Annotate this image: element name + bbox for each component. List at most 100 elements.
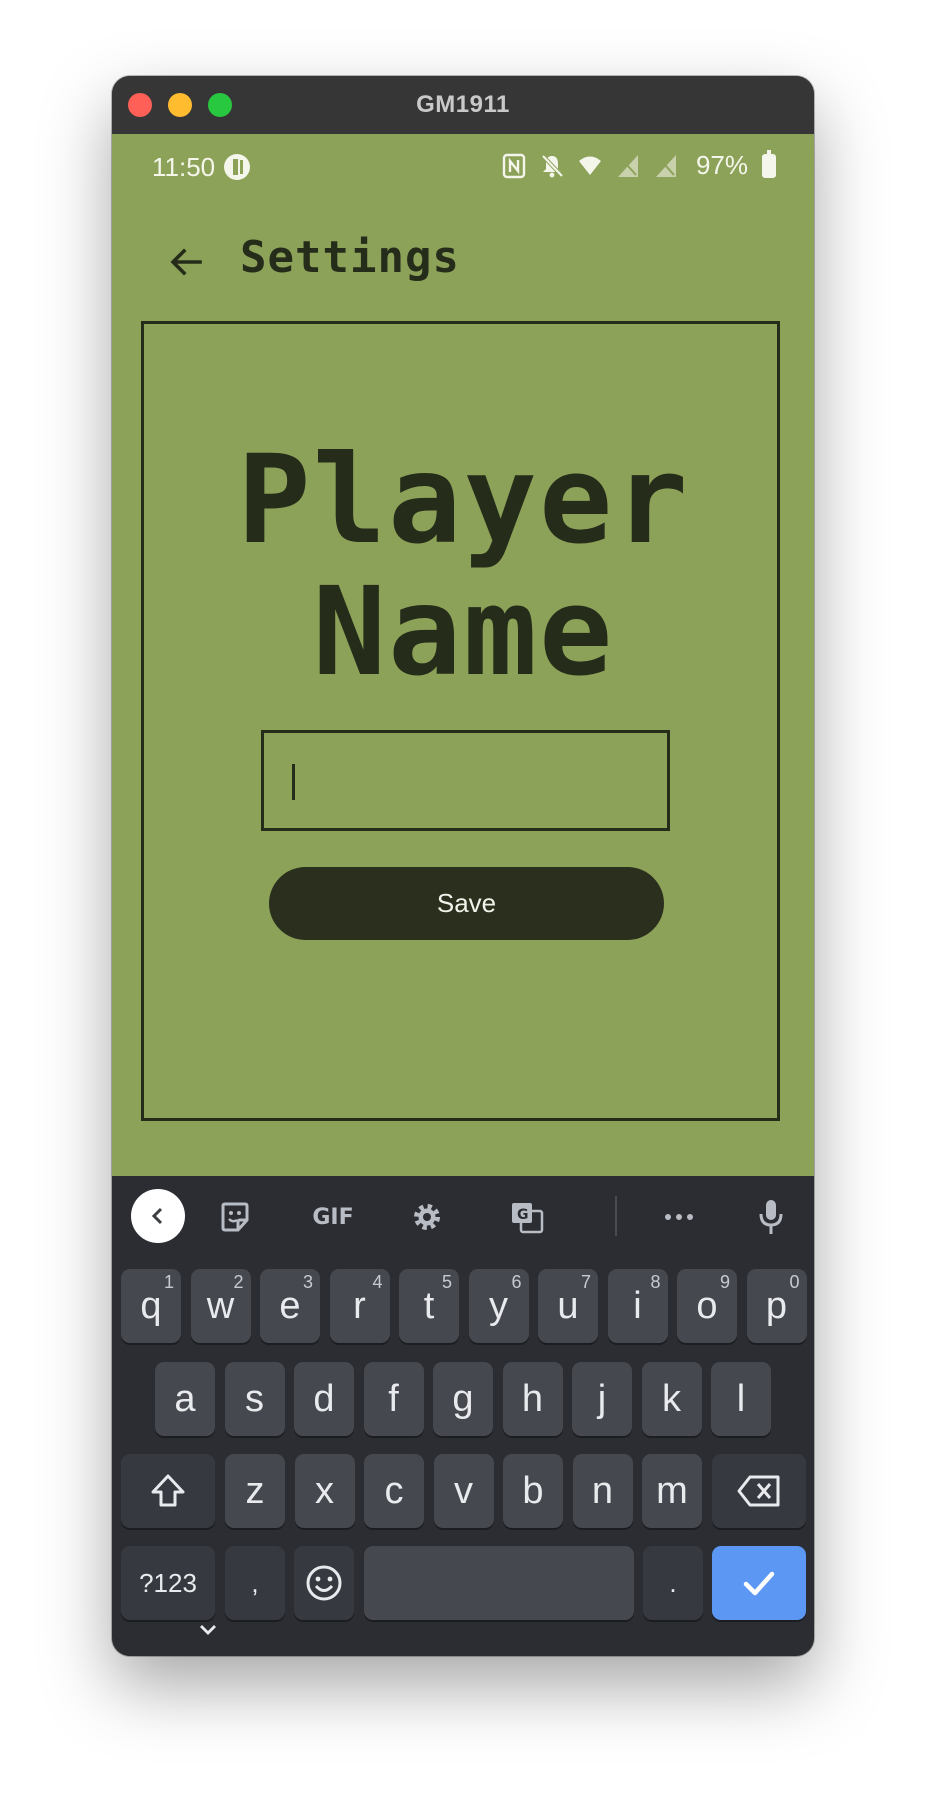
key-n-label: n — [591, 1469, 614, 1512]
status-icons: 97% — [502, 149, 776, 181]
translate-button[interactable]: G — [500, 1190, 554, 1244]
key-f[interactable]: f — [363, 1362, 424, 1436]
bell-off-icon — [541, 154, 564, 177]
key-t[interactable]: t5 — [399, 1269, 459, 1343]
key-e-hint: 3 — [302, 1272, 313, 1292]
key-v-label: v — [454, 1469, 473, 1512]
sticker-icon — [221, 1202, 249, 1232]
key-k[interactable]: k — [641, 1362, 702, 1436]
key-q-label: q — [140, 1284, 162, 1327]
key-h[interactable]: h — [502, 1362, 563, 1436]
key-b[interactable]: b — [503, 1454, 563, 1528]
symbols-key[interactable]: ?123 — [121, 1546, 215, 1620]
key-r[interactable]: r4 — [329, 1269, 390, 1343]
app-bar: Settings — [112, 220, 814, 310]
key-s[interactable]: s — [224, 1362, 285, 1436]
chevron-left-icon — [151, 1207, 163, 1225]
comma-key[interactable]: , — [225, 1546, 285, 1620]
key-u[interactable]: u7 — [538, 1269, 598, 1343]
key-d[interactable]: d — [294, 1362, 354, 1436]
player-name-input[interactable] — [261, 730, 670, 831]
key-c[interactable]: c — [364, 1454, 424, 1528]
key-l[interactable]: l — [711, 1362, 771, 1436]
key-g-label: g — [452, 1377, 474, 1420]
key-j[interactable]: j — [572, 1362, 632, 1436]
app-window: GM1911 11:50 97% Settings Player Name Sa… — [112, 76, 814, 1656]
voice-input-button[interactable] — [744, 1190, 798, 1244]
key-m[interactable]: m — [642, 1454, 702, 1528]
battery-percentage: 97% — [695, 150, 748, 180]
device-screen: 11:50 97% Settings Player Name Save GIF … — [112, 134, 814, 1656]
save-button[interactable]: Save — [269, 867, 664, 940]
shift-icon — [151, 1474, 185, 1507]
more-horizontal-icon — [665, 1214, 693, 1220]
key-h-label: h — [521, 1377, 544, 1420]
key-n[interactable]: n — [572, 1454, 633, 1528]
window-title: GM1911 — [416, 91, 510, 118]
emoji-key[interactable] — [294, 1546, 354, 1620]
keyboard-settings-button[interactable] — [400, 1190, 454, 1244]
checkmark-icon — [743, 1571, 775, 1596]
shift-key[interactable] — [121, 1454, 215, 1528]
close-window-button[interactable] — [128, 93, 152, 117]
settings-panel: Player Name Save — [141, 321, 780, 1121]
key-d-label: d — [313, 1377, 335, 1420]
window-titlebar: GM1911 — [112, 76, 814, 134]
key-f-label: f — [388, 1377, 399, 1420]
more-options-button[interactable] — [652, 1190, 706, 1244]
key-z[interactable]: z — [225, 1454, 285, 1528]
key-w-hint: 2 — [233, 1272, 244, 1292]
key-p[interactable]: p0 — [746, 1269, 807, 1343]
back-arrow-icon[interactable] — [164, 240, 208, 284]
key-e-label: e — [279, 1284, 301, 1327]
key-m-label: m — [656, 1469, 688, 1512]
comma-key-label: , — [251, 1567, 259, 1598]
player-name-heading: Player Name — [144, 434, 783, 698]
key-i-hint: 8 — [650, 1272, 661, 1292]
minimize-window-button[interactable] — [168, 93, 192, 117]
zoom-window-button[interactable] — [208, 93, 232, 117]
key-z-label: z — [245, 1469, 265, 1512]
key-i[interactable]: i8 — [607, 1269, 668, 1343]
period-key[interactable]: . — [643, 1546, 703, 1620]
key-l-label: l — [736, 1377, 746, 1420]
done-key[interactable] — [712, 1546, 806, 1620]
key-w[interactable]: w2 — [190, 1269, 251, 1343]
key-a-label: a — [174, 1377, 196, 1420]
signal-off-icon-2 — [655, 154, 676, 177]
key-v[interactable]: v — [433, 1454, 494, 1528]
notification-app-icon — [224, 154, 250, 180]
key-a[interactable]: a — [155, 1362, 215, 1436]
key-x[interactable]: x — [294, 1454, 355, 1528]
sticker-button[interactable] — [208, 1190, 262, 1244]
key-o[interactable]: o9 — [677, 1269, 737, 1343]
hide-keyboard-chevron-icon[interactable] — [196, 1622, 220, 1638]
status-time: 11:50 — [152, 152, 216, 182]
key-g[interactable]: g — [433, 1362, 493, 1436]
key-y[interactable]: y6 — [468, 1269, 529, 1343]
key-u-label: u — [557, 1284, 579, 1327]
key-p-hint: 0 — [789, 1272, 800, 1292]
keyboard-back-button[interactable] — [131, 1189, 185, 1243]
key-o-label: o — [696, 1284, 718, 1327]
battery-charging-icon — [762, 149, 776, 178]
toolbar-divider — [615, 1196, 617, 1236]
heading-line-1: Player — [237, 429, 690, 571]
gif-button[interactable]: GIF — [298, 1190, 368, 1244]
key-s-label: s — [245, 1377, 264, 1420]
key-i-label: i — [633, 1284, 642, 1327]
key-o-hint: 9 — [719, 1272, 730, 1292]
gif-label: GIF — [312, 1204, 354, 1230]
signal-off-icon — [617, 154, 638, 177]
period-key-label: . — [669, 1567, 677, 1598]
emoji-icon — [306, 1565, 342, 1601]
key-e[interactable]: e3 — [260, 1269, 320, 1343]
key-q[interactable]: q1 — [121, 1269, 181, 1343]
nfc-icon — [502, 153, 526, 178]
key-c-label: c — [384, 1469, 404, 1512]
space-key[interactable] — [364, 1546, 634, 1620]
key-j-label: j — [597, 1377, 607, 1420]
backspace-key[interactable] — [712, 1454, 806, 1528]
key-p-label: p — [765, 1284, 788, 1327]
key-q-hint: 1 — [163, 1272, 174, 1292]
